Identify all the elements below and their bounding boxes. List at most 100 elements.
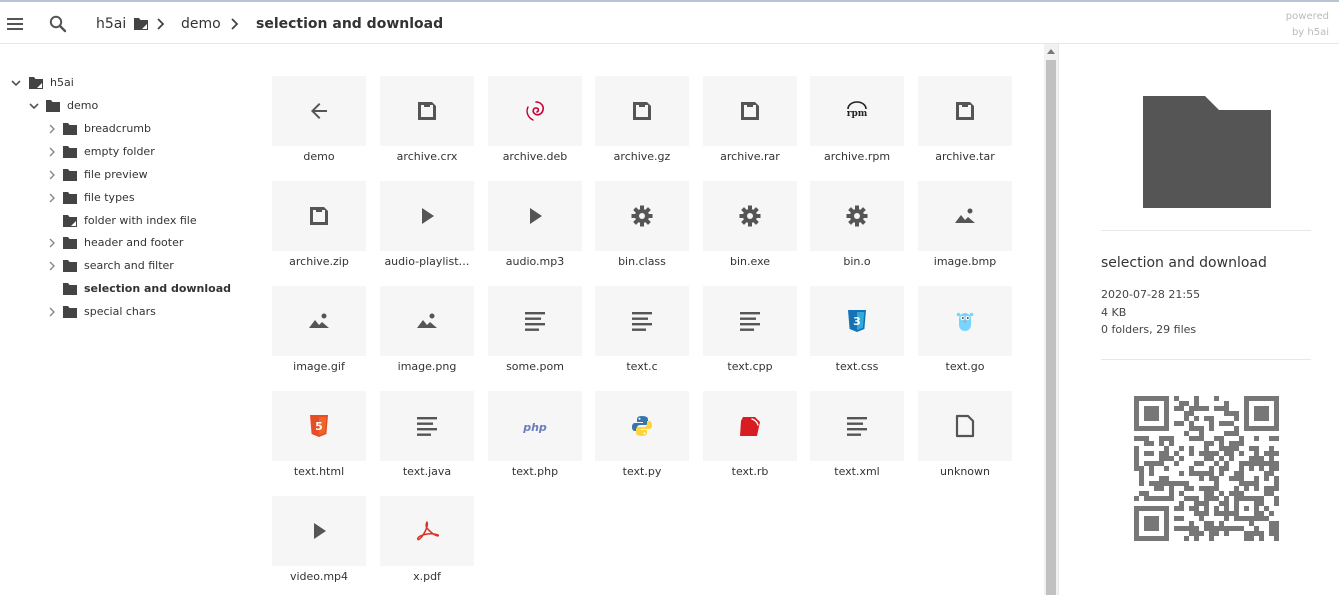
file-thumb: 5: [272, 391, 366, 461]
file-item-archive-deb[interactable]: archive.deb: [488, 44, 582, 163]
chevron-right-icon[interactable]: [46, 256, 58, 276]
file-thumb: [703, 286, 797, 356]
scrollbar-thumb[interactable]: [1046, 60, 1056, 595]
file-item-image-png[interactable]: image.png: [380, 254, 474, 373]
file-item-text-rb[interactable]: text.rb: [703, 359, 797, 478]
chevron-right-icon[interactable]: [46, 119, 58, 139]
file-item-archive-rpm[interactable]: rpm archive.rpm: [810, 44, 904, 163]
archive-icon: [310, 207, 328, 225]
text-lines-icon: [417, 417, 437, 436]
breadcrumb-current[interactable]: selection and download: [256, 14, 443, 34]
chevron-right-icon[interactable]: [46, 188, 58, 208]
file-thumb: 3: [810, 286, 904, 356]
file-item-text-java[interactable]: text.java: [380, 359, 474, 478]
image-icon: [417, 313, 437, 328]
file-thumb: [918, 181, 1012, 251]
file-item-text-css[interactable]: 3 text.css: [810, 254, 904, 373]
archive-icon: [956, 102, 974, 120]
file-item-text-py[interactable]: text.py: [595, 359, 689, 478]
file-item-audio-playlist[interactable]: audio-playlist…: [380, 149, 474, 268]
file-item-text-cpp[interactable]: text.cpp: [703, 254, 797, 373]
file-item-bin-class[interactable]: bin.class: [595, 149, 689, 268]
file-name: video.mp4: [289, 570, 349, 583]
tree-item-file-preview[interactable]: file preview: [46, 165, 246, 185]
tree-item-header-and-footer[interactable]: header and footer: [46, 233, 246, 253]
chevron-right-icon[interactable]: [46, 165, 58, 185]
file-thumb: [272, 286, 366, 356]
tree-label: demo: [67, 99, 99, 112]
search-icon[interactable]: [48, 14, 68, 34]
tree-item-search-and-filter[interactable]: search and filter: [46, 256, 246, 276]
tree-item-breadcrumb[interactable]: breadcrumb: [46, 119, 246, 139]
play-icon: [422, 208, 434, 224]
chevron-down-icon[interactable]: [28, 96, 40, 116]
file-item-image-bmp[interactable]: image.bmp: [918, 149, 1012, 268]
file-item-archive-crx[interactable]: archive.crx: [380, 44, 474, 163]
tree-item-special-chars[interactable]: special chars: [46, 302, 246, 322]
tree-item-empty-folder[interactable]: empty folder: [46, 142, 246, 162]
text-lines-icon: [847, 417, 867, 436]
file-item-demo[interactable]: demo: [272, 44, 366, 163]
file-item-text-php[interactable]: php text.php: [488, 359, 582, 478]
chevron-right-icon[interactable]: [46, 142, 58, 162]
text-lines-icon: [740, 312, 760, 331]
chevron-right-icon: [155, 16, 167, 32]
chevron-down-icon[interactable]: [10, 73, 22, 93]
content-scrollbar[interactable]: [1044, 44, 1058, 595]
file-item-text-go[interactable]: text.go: [918, 254, 1012, 373]
tree-label: special chars: [84, 305, 156, 318]
file-item-x-pdf[interactable]: x.pdf: [380, 464, 474, 583]
file-item-video-mp4[interactable]: video.mp4: [272, 464, 366, 583]
file-item-bin-o[interactable]: bin.o: [810, 149, 904, 268]
breadcrumb-demo[interactable]: demo: [181, 14, 221, 34]
file-thumb: [488, 76, 582, 146]
tree-item-selection-and-download[interactable]: selection and download: [46, 279, 246, 299]
folder-icon: [62, 281, 78, 297]
folder-icon: [62, 304, 78, 320]
powered-by-text[interactable]: powered by h5ai: [1286, 9, 1329, 41]
file-item-bin-exe[interactable]: bin.exe: [703, 149, 797, 268]
file-item-archive-gz[interactable]: archive.gz: [595, 44, 689, 163]
tree-item-file-types[interactable]: file types: [46, 188, 246, 208]
file-name: text.rb: [731, 465, 769, 478]
folder-icon: [62, 235, 78, 251]
tree-item-folder-with-index-file[interactable]: folder with index file: [46, 211, 246, 231]
file-item-archive-tar[interactable]: archive.tar: [918, 44, 1012, 163]
rpm-icon: rpm: [847, 101, 868, 119]
go-gopher-icon: [956, 312, 974, 331]
file-name: text.xml: [834, 465, 880, 478]
chevron-right-icon[interactable]: [46, 302, 58, 322]
folder-index-icon: [62, 213, 78, 229]
info-date: 2020-07-28 21:55: [1101, 288, 1201, 301]
svg-text:php: php: [522, 421, 547, 434]
tree-label: search and filter: [84, 259, 174, 272]
hamburger-menu-icon[interactable]: [6, 14, 26, 34]
file-thumb: [380, 286, 474, 356]
python-icon: [632, 416, 652, 436]
folder-icon: [62, 190, 78, 206]
file-thumb: [918, 286, 1012, 356]
file-item-archive-rar[interactable]: archive.rar: [703, 44, 797, 163]
chevron-right-icon[interactable]: [46, 233, 58, 253]
tree-item-h5ai[interactable]: h5ai: [10, 73, 210, 93]
html5-icon: 5: [310, 415, 328, 437]
breadcrumb-h5ai[interactable]: h5ai: [96, 14, 126, 34]
file-item-some-pom[interactable]: some.pom: [488, 254, 582, 373]
image-icon: [955, 208, 975, 223]
scroll-up-arrow-icon[interactable]: [1047, 48, 1055, 56]
tree-item-demo[interactable]: demo: [28, 96, 228, 116]
file-item-image-gif[interactable]: image.gif: [272, 254, 366, 373]
divider: [1101, 359, 1311, 360]
file-item-unknown[interactable]: unknown: [918, 359, 1012, 478]
file-item-text-xml[interactable]: text.xml: [810, 359, 904, 478]
file-item-audio-mp3[interactable]: audio.mp3: [488, 149, 582, 268]
folder-tree: h5ai demo breadcrumb empty folder file p…: [0, 44, 262, 595]
file-item-text-c[interactable]: text.c: [595, 254, 689, 373]
file-thumb: [810, 391, 904, 461]
file-item-archive-zip[interactable]: archive.zip: [272, 149, 366, 268]
gear-icon: [846, 205, 868, 227]
file-item-text-html[interactable]: 5 text.html: [272, 359, 366, 478]
file-thumb: [380, 391, 474, 461]
file-thumb: [595, 76, 689, 146]
divider: [1101, 230, 1311, 231]
